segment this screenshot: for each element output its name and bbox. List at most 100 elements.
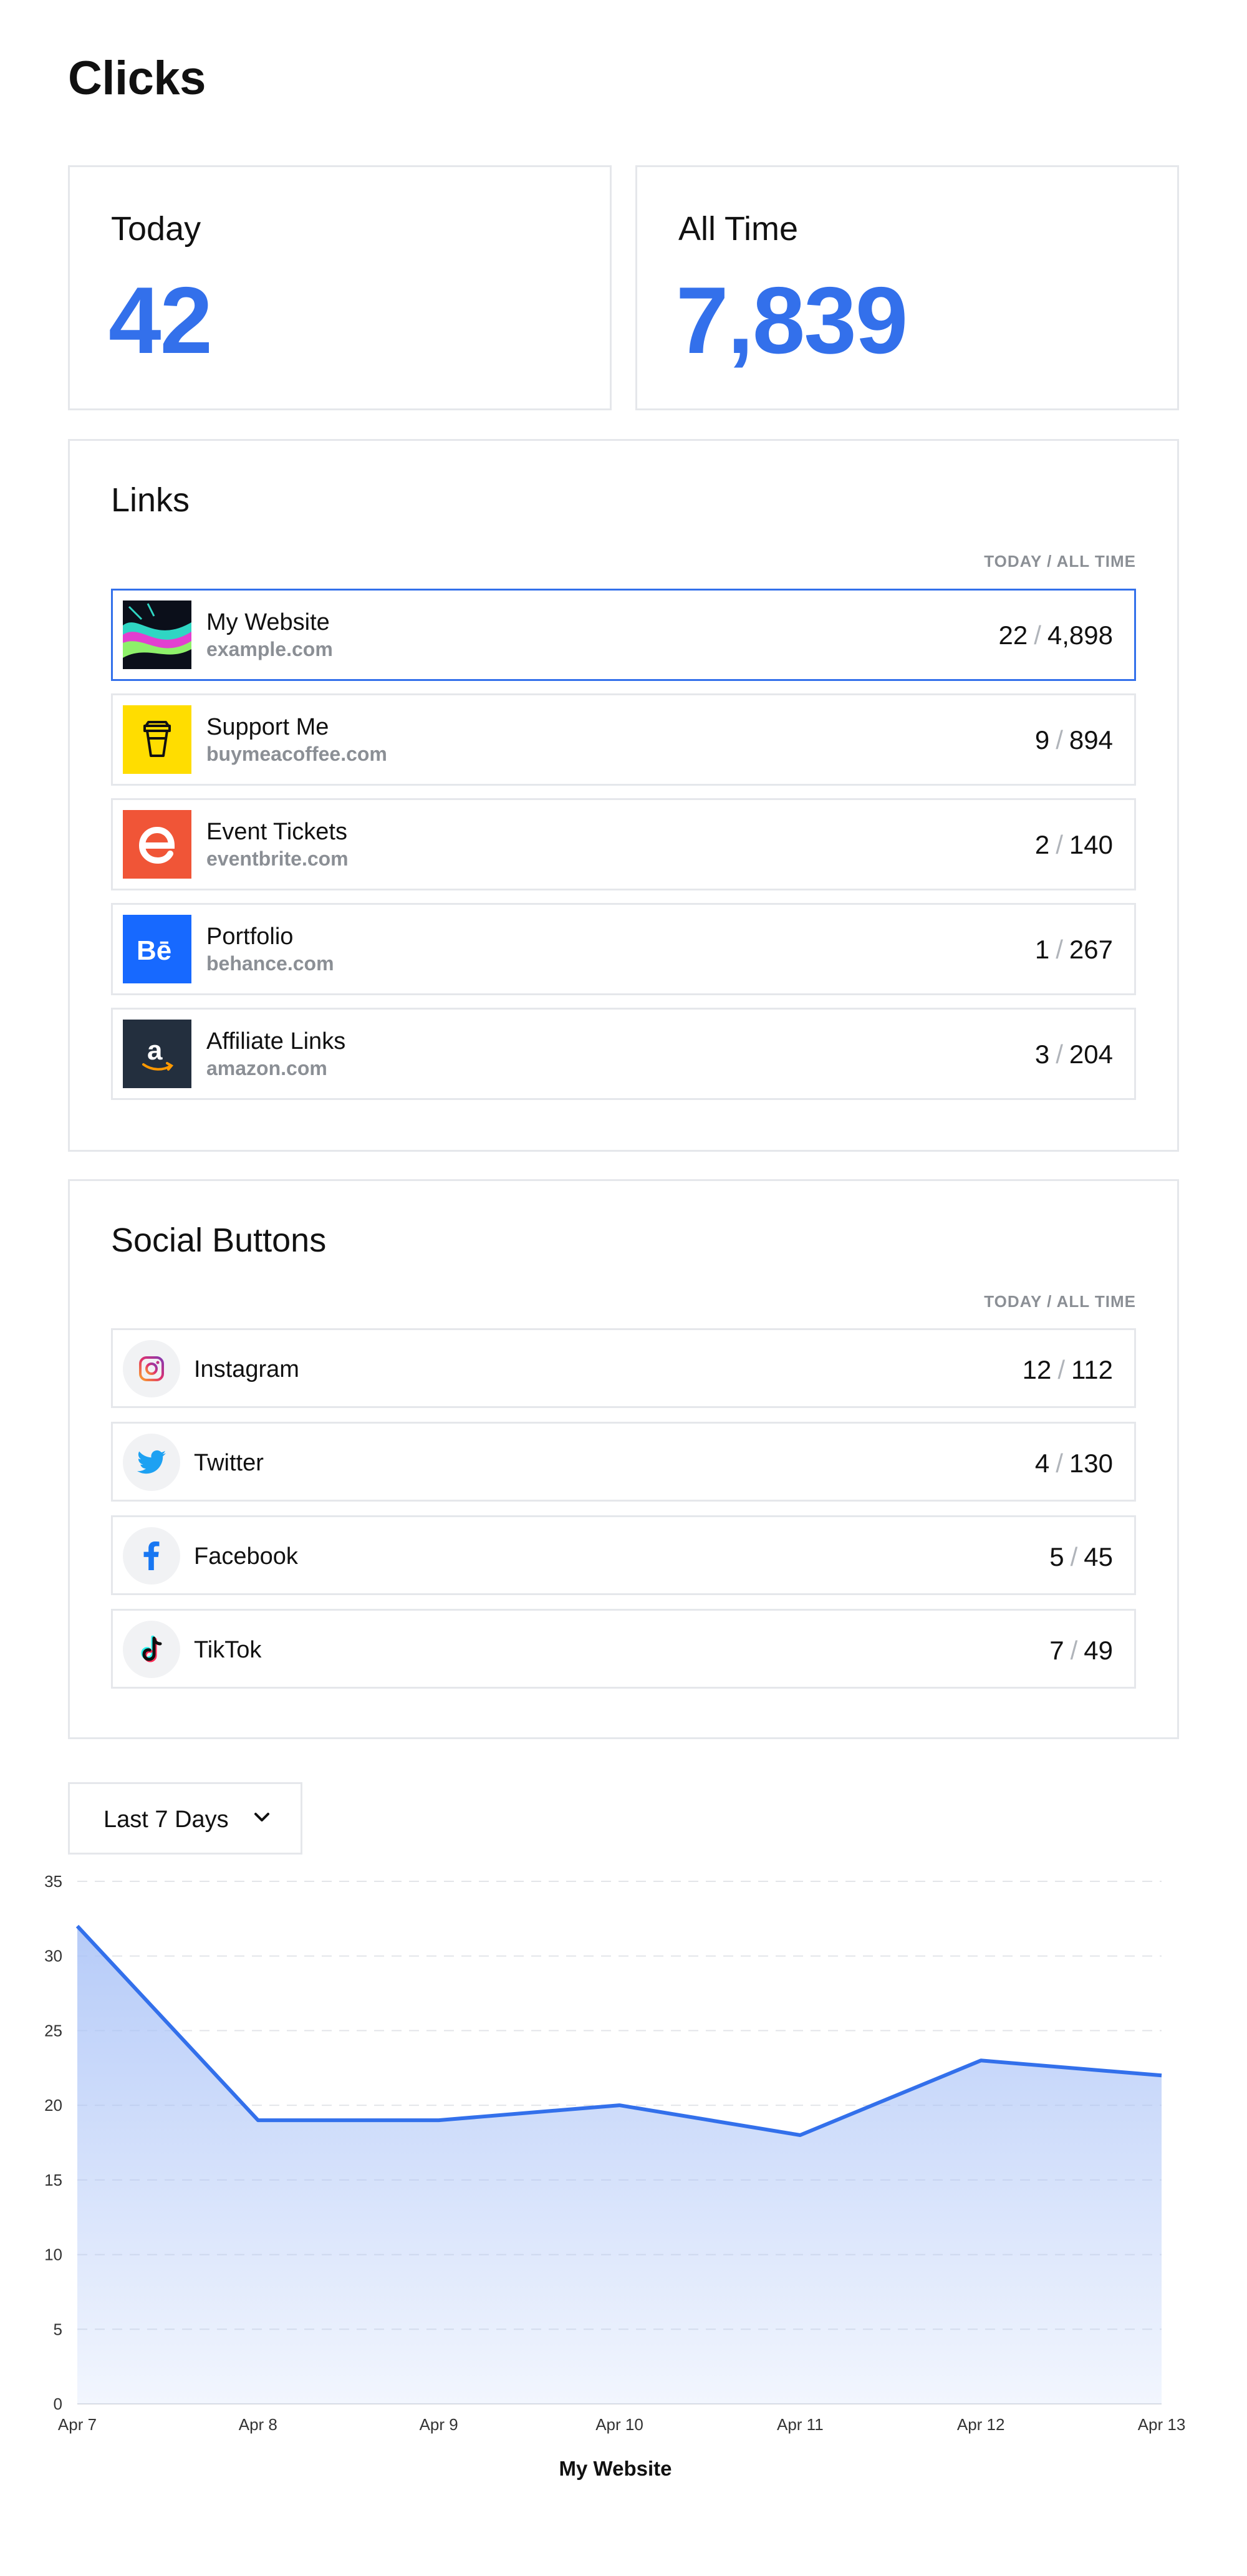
link-stats: 3/204	[1035, 1040, 1113, 1069]
links-column-header: TODAY / ALL TIME	[984, 552, 1136, 571]
x-tick-label: Apr 9	[420, 2415, 458, 2434]
y-tick-label: 30	[44, 1947, 62, 1966]
social-stats: 4/130	[1035, 1449, 1113, 1479]
social-stats: 12/112	[1023, 1355, 1113, 1385]
x-tick-label: Apr 11	[777, 2415, 824, 2434]
alltime-stat-card: All Time 7,839	[635, 165, 1179, 410]
y-tick-label: 35	[44, 1872, 62, 1891]
social-title: Social Buttons	[111, 1222, 327, 1259]
link-alltime-count: 204	[1069, 1040, 1113, 1069]
x-tick-label: Apr 10	[595, 2415, 643, 2434]
link-url: behance.com	[206, 952, 334, 975]
link-url: eventbrite.com	[206, 847, 349, 870]
social-alltime-count: 49	[1084, 1636, 1113, 1665]
social-label: Instagram	[194, 1356, 299, 1382]
link-row-portfolio[interactable]: Bē Portfolio behance.com 1/267	[111, 903, 1136, 995]
behance-icon: Bē	[123, 915, 191, 983]
date-range-value: Last 7 Days	[104, 1807, 229, 1833]
stats-separator: /	[1070, 1636, 1078, 1665]
stats-separator: /	[1056, 725, 1063, 755]
y-tick-label: 0	[54, 2395, 62, 2413]
x-tick-label: Apr 8	[239, 2415, 277, 2434]
page-title: Clicks	[68, 52, 206, 105]
link-title: My Website	[206, 609, 330, 635]
stats-separator: /	[1056, 1449, 1063, 1478]
link-stats: 22/4,898	[999, 620, 1114, 650]
chart-x-axis-label: My Website	[559, 2457, 672, 2480]
coffee-cup-icon	[123, 705, 191, 774]
social-row-tiktok[interactable]: TikTok 7/49	[111, 1609, 1136, 1689]
link-row-my-website[interactable]: My Website example.com 22/4,898	[111, 589, 1136, 681]
link-today-count: 22	[998, 620, 1028, 650]
link-alltime-count: 4,898	[1047, 620, 1113, 650]
link-title: Event Tickets	[206, 819, 347, 845]
social-label: Twitter	[194, 1450, 264, 1476]
series-area	[77, 1926, 1162, 2404]
alltime-value: 7,839	[676, 268, 908, 374]
links-title: Links	[111, 481, 190, 519]
social-stats: 5/45	[1049, 1542, 1113, 1572]
social-alltime-count: 45	[1084, 1542, 1113, 1571]
social-column-header: TODAY / ALL TIME	[984, 1292, 1136, 1311]
abstract-wave-thumbnail	[123, 601, 191, 669]
social-today-count: 7	[1049, 1636, 1064, 1665]
y-tick-label: 10	[44, 2246, 62, 2264]
alltime-label: All Time	[678, 210, 799, 248]
link-alltime-count: 140	[1069, 830, 1113, 859]
social-today-count: 5	[1049, 1542, 1064, 1571]
stats-separator: /	[1056, 1040, 1063, 1069]
instagram-icon	[123, 1340, 180, 1397]
link-url: amazon.com	[206, 1057, 327, 1079]
social-buttons-panel: Social Buttons TODAY / ALL TIME Instagra…	[68, 1179, 1179, 1739]
today-label: Today	[111, 210, 201, 248]
x-tick-label: Apr 13	[1138, 2415, 1186, 2434]
link-alltime-count: 267	[1069, 935, 1113, 964]
y-tick-label: 5	[54, 2320, 62, 2338]
social-alltime-count: 112	[1071, 1355, 1113, 1384]
link-alltime-count: 894	[1069, 725, 1113, 755]
svg-text:Bē: Bē	[137, 935, 171, 965]
link-today-count: 2	[1034, 830, 1050, 859]
facebook-icon	[123, 1527, 180, 1585]
chevron-down-icon	[253, 1811, 271, 1826]
tiktok-icon	[123, 1621, 180, 1678]
y-tick-label: 25	[44, 2021, 62, 2040]
social-label: TikTok	[194, 1637, 262, 1663]
stats-separator: /	[1034, 620, 1041, 650]
chart-svg: 0 5 10 15 20 25 30 35 Apr 7 Apr 8 Apr 9 Apr 10 Apr …	[44, 1872, 1186, 2480]
eventbrite-icon	[123, 810, 191, 879]
twitter-icon	[123, 1434, 180, 1491]
social-label: Facebook	[194, 1543, 298, 1570]
clicks-chart: 0 5 10 15 20 25 30 35 Apr 7 Apr 8 Apr 9 Apr 10 Apr …	[0, 1871, 1247, 2576]
link-stats: 9/894	[1035, 725, 1113, 755]
link-title: Portfolio	[206, 924, 294, 950]
social-alltime-count: 130	[1069, 1449, 1113, 1478]
social-row-twitter[interactable]: Twitter 4/130	[111, 1422, 1136, 1502]
link-title: Affiliate Links	[206, 1028, 346, 1054]
social-row-instagram[interactable]: Instagram 12/112	[111, 1328, 1136, 1408]
social-today-count: 12	[1022, 1355, 1052, 1384]
link-url: buymeacoffee.com	[206, 743, 387, 765]
today-stat-card: Today 42	[68, 165, 612, 410]
link-stats: 1/267	[1035, 935, 1113, 965]
link-row-event-tickets[interactable]: Event Tickets eventbrite.com 2/140	[111, 798, 1136, 890]
svg-text:a: a	[147, 1035, 163, 1066]
link-stats: 2/140	[1035, 830, 1113, 860]
x-tick-label: Apr 12	[957, 2415, 1005, 2434]
date-range-select[interactable]: Last 7 Days	[68, 1782, 302, 1855]
link-row-support-me[interactable]: Support Me buymeacoffee.com 9/894	[111, 693, 1136, 786]
link-url: example.com	[206, 638, 333, 660]
stats-separator: /	[1057, 1355, 1066, 1384]
x-tick-label: Apr 7	[58, 2415, 97, 2434]
amazon-icon: a	[123, 1020, 191, 1088]
stats-separator: /	[1056, 830, 1063, 859]
social-stats: 7/49	[1049, 1636, 1113, 1666]
link-today-count: 1	[1034, 935, 1050, 964]
link-row-affiliate-links[interactable]: a Affiliate Links amazon.com 3/204	[111, 1008, 1136, 1100]
stats-separator: /	[1056, 935, 1063, 964]
social-row-facebook[interactable]: Facebook 5/45	[111, 1515, 1136, 1595]
links-panel: Links TODAY / ALL TIME My Website exampl…	[68, 439, 1179, 1152]
y-tick-label: 15	[44, 2171, 62, 2189]
stats-separator: /	[1070, 1542, 1078, 1571]
y-tick-label: 20	[44, 2096, 62, 2115]
